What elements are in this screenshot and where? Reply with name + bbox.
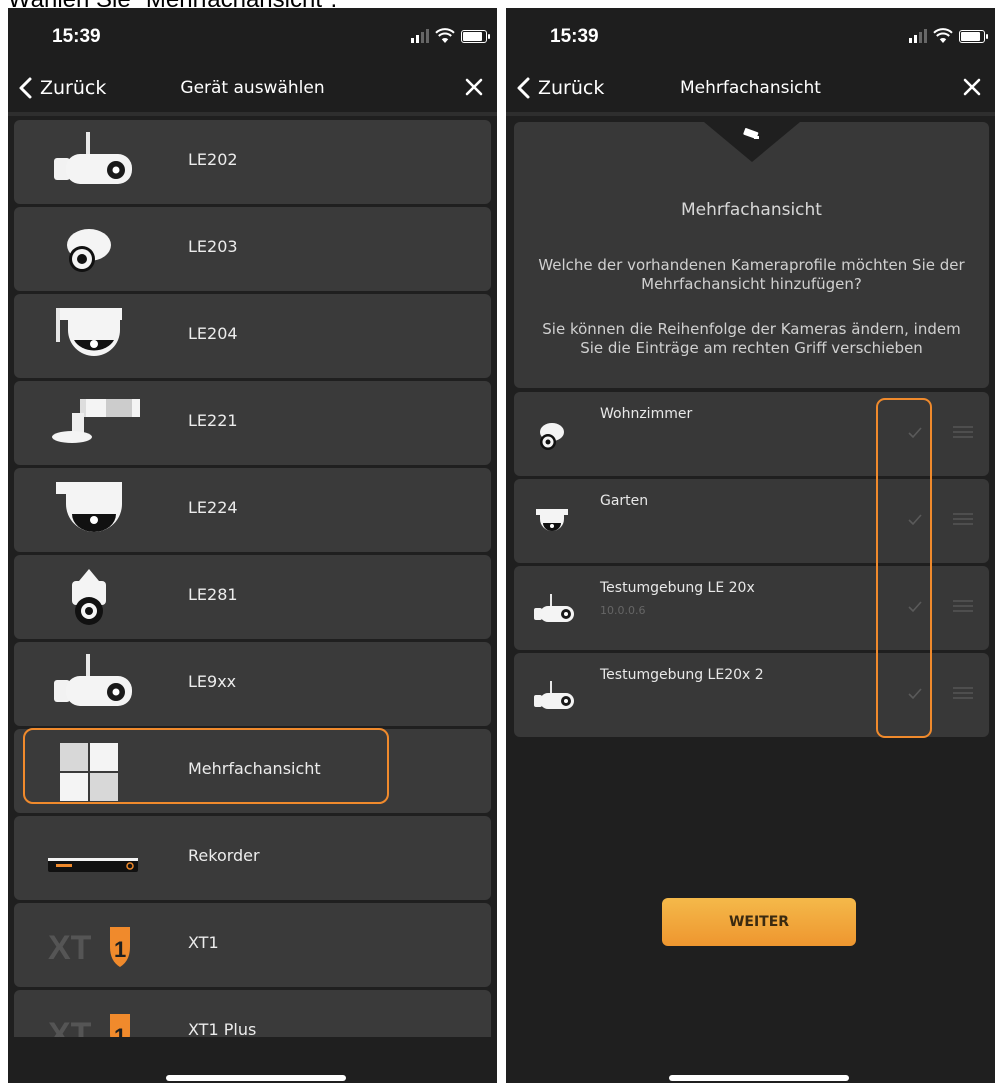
home-indicator[interactable] — [669, 1075, 849, 1081]
device-item-le204[interactable]: LE204 — [14, 294, 491, 378]
page-title: Gerät auswählen — [180, 78, 325, 98]
device-label: Rekorder — [188, 846, 260, 865]
drag-handle-icon[interactable] — [953, 426, 973, 438]
signal-icon — [909, 29, 927, 43]
device-item-le281[interactable]: LE281 — [14, 555, 491, 639]
device-label: LE203 — [188, 237, 238, 256]
device-item-xt1[interactable]: XT 1 XT1 — [14, 903, 491, 987]
device-label: LE204 — [188, 324, 238, 343]
ptz-camera-icon — [72, 569, 106, 625]
status-icons — [909, 28, 988, 44]
dome-camera-icon — [67, 229, 111, 272]
checkmark-icon[interactable] — [907, 600, 923, 614]
device-item-le9xx[interactable]: LE9xx — [14, 642, 491, 726]
recorder-icon — [48, 858, 138, 872]
camera-name: Wohnzimmer — [600, 406, 693, 422]
weiter-button[interactable]: WEITER — [662, 898, 856, 946]
ceiling-dome-camera-icon — [56, 308, 122, 356]
ceiling-dome-camera-icon — [536, 509, 568, 531]
battery-icon — [461, 29, 490, 43]
status-time: 15:39 — [550, 26, 599, 47]
bullet-camera-icon — [534, 594, 574, 622]
device-item-le221[interactable]: LE221 — [14, 381, 491, 465]
device-label: Mehrfachansicht — [188, 759, 321, 778]
home-indicator[interactable] — [166, 1075, 346, 1081]
close-icon[interactable] — [961, 76, 983, 98]
bullet-camera-icon — [534, 681, 574, 709]
device-item-mehrfachansicht[interactable]: Mehrfachansicht — [14, 729, 491, 813]
xt1-logo-icon: XT 1 — [48, 927, 130, 967]
device-label: XT1 — [188, 933, 219, 952]
camera-row-garten[interactable]: Garten — [514, 479, 989, 563]
info-hint: Sie können die Reihenfolge der Kameras ä… — [542, 320, 961, 357]
camera-name: Testumgebung LE 20x — [600, 580, 755, 596]
info-title: Mehrfachansicht — [681, 200, 822, 220]
device-item-le202[interactable]: LE202 — [14, 120, 491, 204]
camera-row-testumgebung-le20x-2[interactable]: Testumgebung LE20x 2 — [514, 653, 989, 737]
wifi-icon — [435, 28, 455, 43]
battery-icon — [959, 29, 988, 43]
checkmark-icon[interactable] — [907, 426, 923, 440]
bullet-camera-icon — [54, 654, 132, 706]
bullet-camera-icon — [54, 132, 132, 184]
camera-notch-icon — [703, 122, 800, 162]
camera-address: 10.0.0.6 — [600, 604, 646, 617]
phone-multiview: 15:39 Zurück Mehrfachansicht Mehrfachans… — [506, 8, 995, 1083]
device-list: LE202 LE203 LE204 LE221 LE224 LE281 LE9x… — [14, 120, 491, 1077]
device-label: LE281 — [188, 585, 238, 604]
device-item-rekorder[interactable]: Rekorder — [14, 816, 491, 900]
phone-device-select: 15:39 Zurück Gerät auswählen LE202 LE203… — [8, 8, 497, 1083]
device-item-le224[interactable]: LE224 — [14, 468, 491, 552]
device-label: LE224 — [188, 498, 238, 517]
drag-handle-icon[interactable] — [953, 687, 973, 699]
drag-handle-icon[interactable] — [953, 600, 973, 612]
camera-row-testumgebung-le-20x[interactable]: Testumgebung LE 20x 10.0.0.6 — [514, 566, 989, 650]
multiview-grid-icon — [60, 743, 118, 801]
status-icons — [411, 28, 490, 44]
drag-handle-icon[interactable] — [953, 513, 973, 525]
info-question: Welche der vorhandenen Kameraprofile möc… — [538, 256, 965, 293]
device-label: LE202 — [188, 150, 238, 169]
checkmark-icon[interactable] — [907, 513, 923, 527]
status-bar: 15:39 — [506, 8, 995, 64]
device-label: LE9xx — [188, 672, 237, 691]
ceiling-dome-camera-icon — [56, 482, 122, 532]
nav-bar: Zurück Gerät auswählen — [8, 64, 497, 116]
camera-row-wohnzimmer[interactable]: Wohnzimmer — [514, 392, 989, 476]
info-panel: Mehrfachansicht Welche der vorhandenen K… — [514, 122, 989, 388]
status-time: 15:39 — [52, 26, 101, 47]
close-icon[interactable] — [463, 76, 485, 98]
signal-icon — [411, 29, 429, 43]
camera-name: Garten — [600, 493, 649, 509]
dome-camera-icon — [540, 423, 564, 450]
camera-name: Testumgebung LE20x 2 — [600, 667, 764, 683]
wall-bullet-camera-icon — [52, 399, 140, 443]
checkmark-icon[interactable] — [907, 687, 923, 701]
device-label: LE221 — [188, 411, 238, 430]
svg-text:1: 1 — [114, 937, 126, 962]
status-bar: 15:39 — [8, 8, 497, 64]
svg-text:XT: XT — [48, 929, 92, 967]
page-title: Mehrfachansicht — [680, 78, 821, 98]
device-item-le203[interactable]: LE203 — [14, 207, 491, 291]
nav-bar: Zurück Mehrfachansicht — [506, 64, 995, 116]
wifi-icon — [933, 28, 953, 43]
